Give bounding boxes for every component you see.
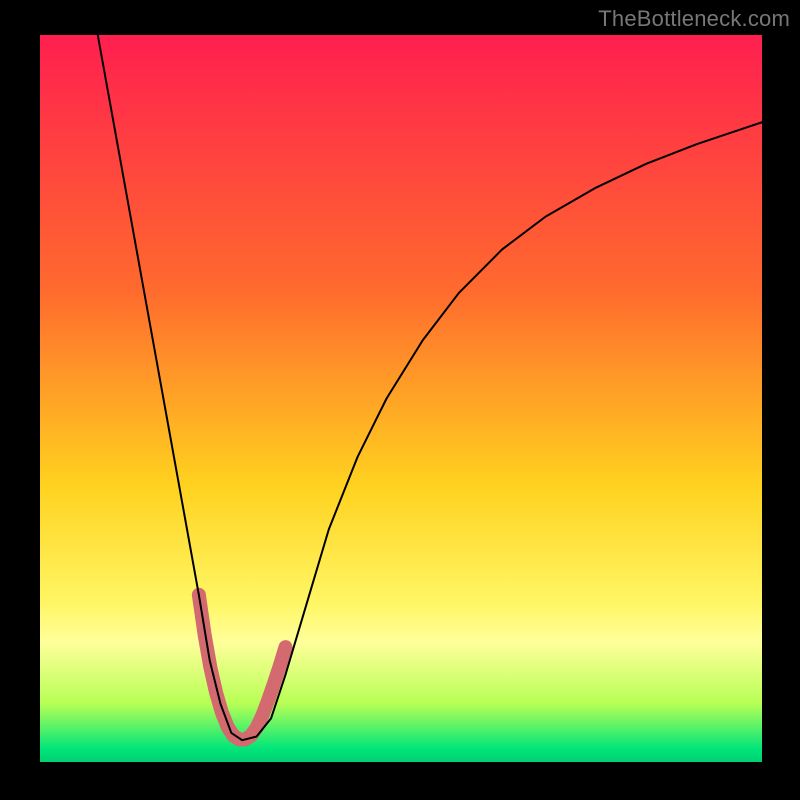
- watermark-text: TheBottleneck.com: [598, 6, 790, 32]
- plot-background: [40, 35, 762, 762]
- chart-frame: TheBottleneck.com: [0, 0, 800, 800]
- bottleneck-chart: [0, 0, 800, 800]
